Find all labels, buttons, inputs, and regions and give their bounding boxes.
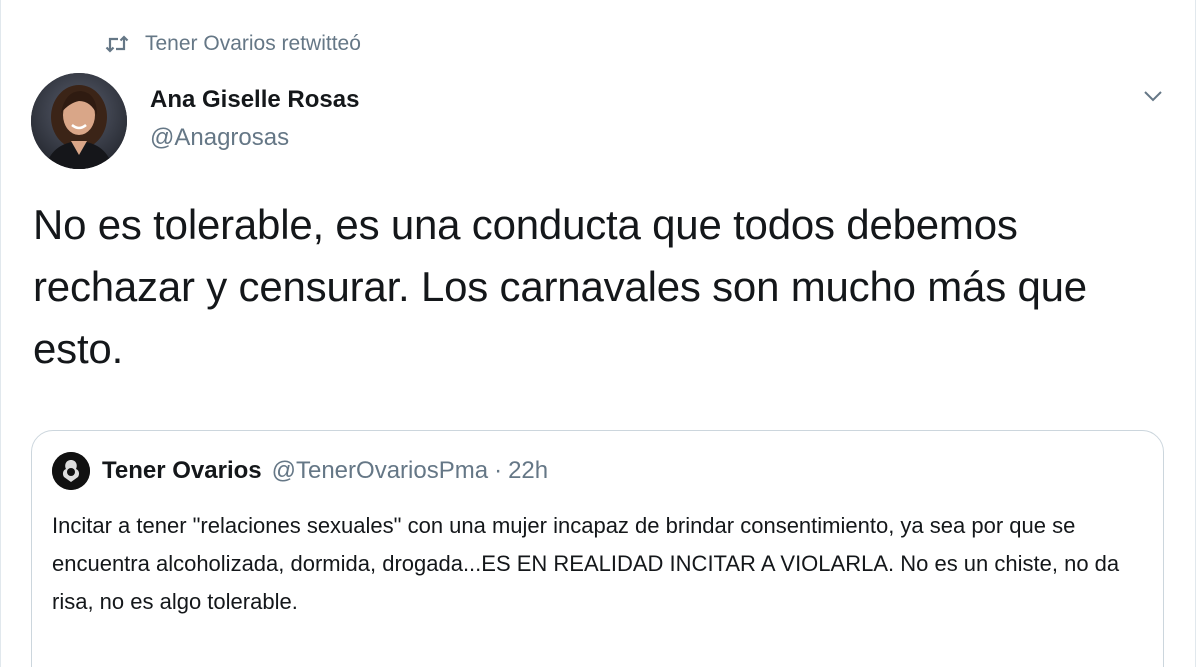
quoted-timestamp[interactable]: 22h <box>508 457 548 485</box>
quoted-author-handle: @TenerOvariosPma <box>271 457 489 484</box>
avatar[interactable] <box>31 73 127 169</box>
author-name[interactable]: Ana Giselle Rosas <box>150 86 359 114</box>
quoted-tweet-text: Incitar a tener "relaciones sexuales" co… <box>52 513 1120 614</box>
quoted-avatar <box>52 452 90 490</box>
retweet-icon <box>105 32 129 56</box>
chevron-down-icon <box>1143 89 1163 107</box>
retweet-text: Tener Ovarios retwitteó <box>145 32 361 55</box>
quoted-tweet-header: Tener Ovarios @TenerOvariosPma · 22h <box>52 451 548 491</box>
tweet-menu-button[interactable] <box>1135 80 1171 116</box>
quoted-tweet[interactable]: Tener Ovarios @TenerOvariosPma · 22h Inc… <box>31 430 1164 667</box>
author-handle[interactable]: @Anagrosas <box>150 124 289 152</box>
avatar-photo <box>31 73 127 169</box>
tweet-container: Tener Ovarios retwitteó Ana Giselle Rosa… <box>0 0 1196 667</box>
retweet-context[interactable]: Tener Ovarios retwitteó <box>105 28 361 60</box>
quoted-author-name: Tener Ovarios <box>102 457 262 484</box>
tweet-text: No es tolerable, es una conducta que tod… <box>33 201 1087 372</box>
quoted-separator: · <box>494 457 503 484</box>
